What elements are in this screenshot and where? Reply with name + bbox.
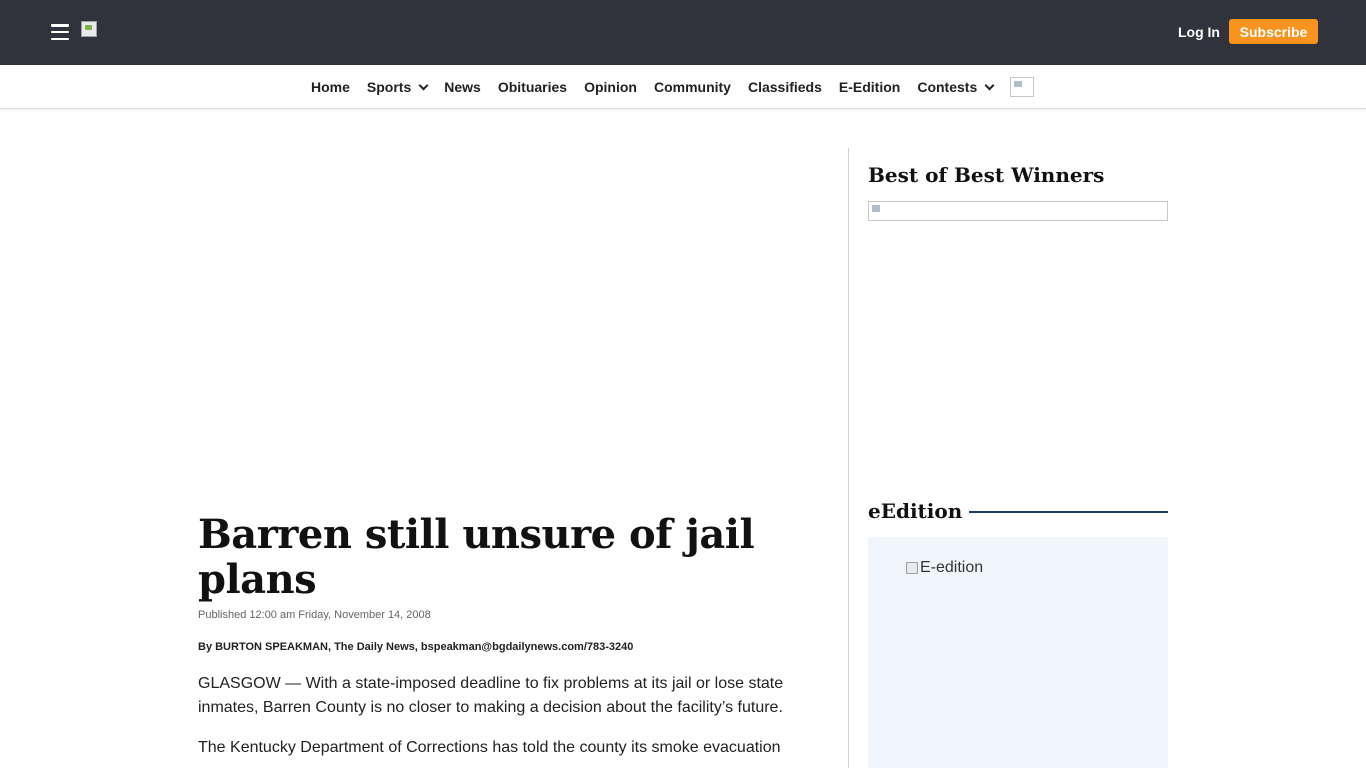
best-of-best-image[interactable] [868, 201, 1168, 221]
nav-item-label: Home [311, 79, 350, 95]
nav-item-sports[interactable]: Sports [366, 79, 429, 95]
eedition-divider [969, 511, 1168, 513]
nav-list: Home Sports News Obituaries Opinion Comm… [311, 65, 1035, 109]
article-paragraph: GLASGOW — With a state-imposed deadline … [198, 675, 784, 716]
nav-item-label: Contests [917, 79, 978, 95]
nav-image-link[interactable] [1010, 77, 1035, 97]
column-divider [848, 148, 849, 768]
nav-item-obituaries[interactable]: Obituaries [498, 79, 567, 95]
article-paragraph: The Kentucky Department of Corrections h… [198, 739, 781, 756]
broken-image-icon [906, 562, 918, 574]
eedition-title: eEdition [868, 499, 963, 523]
site-logo[interactable] [81, 21, 97, 37]
nav-item-label: News [444, 79, 481, 95]
nav-item-home[interactable]: Home [311, 79, 350, 95]
best-of-best-title: Best of Best Winners [868, 163, 1105, 187]
nav-item-contests[interactable]: Contests [917, 79, 995, 95]
eedition-alt-text: E-edition [920, 559, 984, 576]
subscribe-button[interactable]: Subscribe [1229, 19, 1318, 44]
nav-item-news[interactable]: News [444, 79, 481, 95]
nav-item-classifieds[interactable]: Classifieds [748, 79, 822, 95]
nav-item-community[interactable]: Community [654, 79, 731, 95]
nav-item-e-edition[interactable]: E-Edition [839, 79, 900, 95]
hamburger-menu-icon[interactable] [51, 24, 69, 40]
nav-item-label: Community [653, 79, 731, 95]
chevron-down-icon [984, 80, 995, 90]
published-date: Published 12:00 am Friday, November 14, … [198, 609, 431, 621]
eedition-image-link[interactable]: E-edition [906, 559, 983, 577]
top-bar: Log In Subscribe [0, 0, 1366, 65]
login-link[interactable]: Log In [1178, 24, 1220, 40]
nav-item-label: Classifieds [747, 79, 822, 95]
nav-item-opinion[interactable]: Opinion [584, 79, 637, 95]
article-headline: Barren still unsure of jail plans [198, 511, 755, 603]
nav-item-label: Opinion [584, 79, 637, 95]
nav-item-label: E-Edition [838, 79, 901, 95]
article-byline: By BURTON SPEAKMAN, The Daily News, bspe… [198, 641, 634, 653]
broken-image-icon [81, 21, 97, 37]
main-navigation: Home Sports News Obituaries Opinion Comm… [0, 65, 1366, 109]
nav-item-label: Sports [366, 79, 412, 95]
chevron-down-icon [418, 80, 429, 90]
nav-item-label: Obituaries [497, 79, 568, 95]
